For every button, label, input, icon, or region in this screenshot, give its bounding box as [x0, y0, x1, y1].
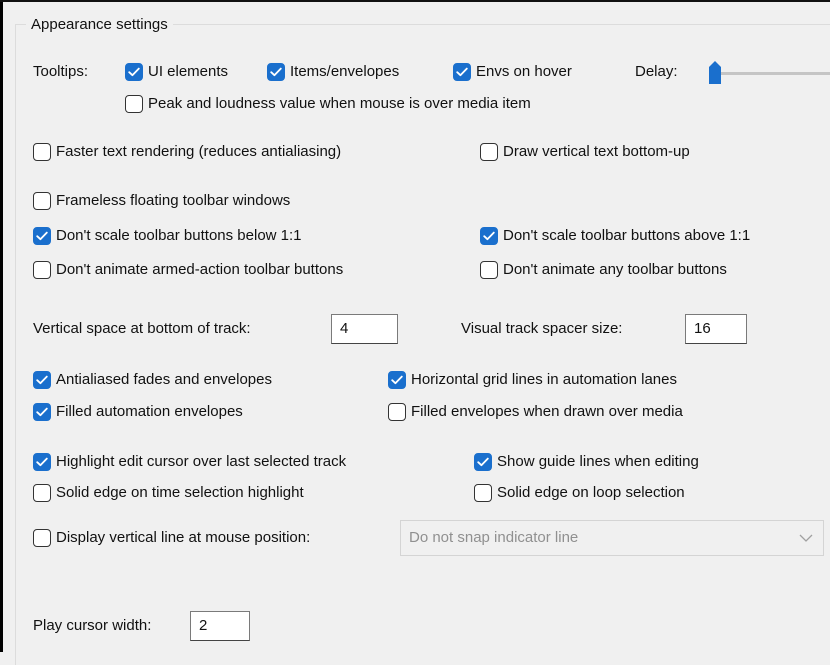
checkbox-label: Items/envelopes	[290, 63, 400, 80]
checkbox-label: Draw vertical text bottom-up	[503, 143, 690, 160]
spacer-size-input[interactable]: 16	[685, 314, 747, 344]
checkbox-label: Solid edge on time selection highlight	[56, 484, 304, 501]
checkbox-label: Horizontal grid lines in automation lane…	[411, 371, 677, 388]
checkbox-label: Filled automation envelopes	[56, 403, 243, 420]
window-frame-top	[0, 0, 830, 2]
checkbox-label: Solid edge on loop selection	[497, 484, 685, 501]
no-scale-below-checkbox[interactable]: Don't scale toolbar buttons below 1:1	[33, 225, 302, 247]
checkbox-empty	[474, 484, 492, 502]
checkbox-empty	[33, 484, 51, 502]
checkbox-empty	[33, 529, 51, 547]
check-icon	[33, 371, 51, 389]
checkbox-label: Don't scale toolbar buttons below 1:1	[56, 227, 302, 244]
checkbox-empty	[33, 261, 51, 279]
check-icon	[125, 63, 143, 81]
chevron-down-icon	[799, 521, 813, 555]
checkbox-label: Highlight edit cursor over last selected…	[56, 453, 347, 470]
spacer-size-label: Visual track spacer size:	[461, 320, 623, 337]
solid-loop-selection-checkbox[interactable]: Solid edge on loop selection	[474, 482, 685, 504]
tooltips-envs-on-hover-checkbox[interactable]: Envs on hover	[453, 61, 572, 83]
checkbox-empty	[480, 261, 498, 279]
check-icon	[474, 453, 492, 471]
delay-slider-track[interactable]	[718, 72, 830, 75]
vertical-space-input[interactable]: 4	[331, 314, 398, 344]
checkbox-label: Show guide lines when editing	[497, 453, 699, 470]
no-animate-armed-checkbox[interactable]: Don't animate armed-action toolbar butto…	[33, 259, 343, 281]
solid-time-selection-checkbox[interactable]: Solid edge on time selection highlight	[33, 482, 304, 504]
check-icon	[33, 453, 51, 471]
checkbox-label: Don't scale toolbar buttons above 1:1	[503, 227, 751, 244]
guide-lines-checkbox[interactable]: Show guide lines when editing	[474, 451, 699, 473]
checkbox-empty	[125, 95, 143, 113]
group-title: Appearance settings	[26, 15, 173, 35]
tooltips-ui-elements-checkbox[interactable]: UI elements	[125, 61, 228, 83]
checkbox-label: Faster text rendering (reduces antialias…	[56, 143, 342, 160]
peak-loudness-checkbox[interactable]: Peak and loudness value when mouse is ov…	[125, 93, 531, 115]
appearance-groupbox	[15, 24, 830, 665]
checkbox-label: Don't animate any toolbar buttons	[503, 261, 727, 278]
checkbox-empty	[33, 192, 51, 210]
grid-lines-checkbox[interactable]: Horizontal grid lines in automation lane…	[388, 369, 677, 391]
checkbox-label: Frameless floating toolbar windows	[56, 192, 291, 209]
antialiased-fades-checkbox[interactable]: Antialiased fades and envelopes	[33, 369, 272, 391]
check-icon	[33, 227, 51, 245]
play-cursor-width-input[interactable]: 2	[190, 611, 250, 641]
check-icon	[388, 371, 406, 389]
mouse-line-checkbox[interactable]: Display vertical line at mouse position:	[33, 527, 310, 549]
checkbox-label: Antialiased fades and envelopes	[56, 371, 272, 388]
tooltips-items-envelopes-checkbox[interactable]: Items/envelopes	[267, 61, 399, 83]
vertical-space-label: Vertical space at bottom of track:	[33, 320, 251, 337]
faster-text-checkbox[interactable]: Faster text rendering (reduces antialias…	[33, 141, 341, 163]
checkbox-label: Filled envelopes when drawn over media	[411, 403, 683, 420]
slider-thumb-icon[interactable]	[709, 61, 721, 84]
delay-label: Delay:	[635, 63, 678, 80]
check-icon	[480, 227, 498, 245]
window-frame-left	[0, 0, 3, 652]
checkbox-empty	[480, 143, 498, 161]
frameless-toolbar-checkbox[interactable]: Frameless floating toolbar windows	[33, 190, 290, 212]
filled-over-media-checkbox[interactable]: Filled envelopes when drawn over media	[388, 401, 683, 423]
vertical-text-checkbox[interactable]: Draw vertical text bottom-up	[480, 141, 690, 163]
checkbox-label: Peak and loudness value when mouse is ov…	[148, 95, 531, 112]
checkbox-empty	[388, 403, 406, 421]
checkbox-label: Don't animate armed-action toolbar butto…	[56, 261, 344, 278]
checkbox-label: Display vertical line at mouse position:	[56, 529, 311, 546]
check-icon	[267, 63, 285, 81]
no-animate-any-checkbox[interactable]: Don't animate any toolbar buttons	[480, 259, 727, 281]
no-scale-above-checkbox[interactable]: Don't scale toolbar buttons above 1:1	[480, 225, 750, 247]
play-cursor-label: Play cursor width:	[33, 617, 152, 634]
check-icon	[453, 63, 471, 81]
checkbox-empty	[33, 143, 51, 161]
check-icon	[33, 403, 51, 421]
snap-indicator-value: Do not snap indicator line	[409, 529, 579, 546]
tooltips-label: Tooltips:	[33, 63, 89, 80]
filled-automation-checkbox[interactable]: Filled automation envelopes	[33, 401, 243, 423]
snap-indicator-select[interactable]: Do not snap indicator line	[400, 520, 824, 556]
checkbox-label: Envs on hover	[476, 63, 572, 80]
checkbox-label: UI elements	[148, 63, 229, 80]
highlight-cursor-checkbox[interactable]: Highlight edit cursor over last selected…	[33, 451, 346, 473]
